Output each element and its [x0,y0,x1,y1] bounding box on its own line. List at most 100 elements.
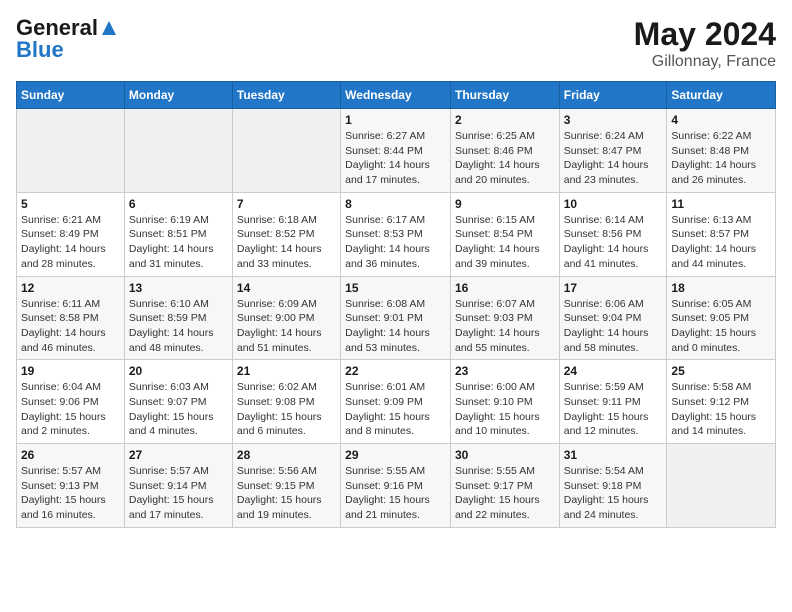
day-detail: Sunrise: 6:11 AMSunset: 8:58 PMDaylight:… [21,297,120,356]
day-cell: 3Sunrise: 6:24 AMSunset: 8:47 PMDaylight… [559,109,667,193]
day-number: 19 [21,364,120,378]
day-detail: Sunrise: 6:03 AMSunset: 9:07 PMDaylight:… [129,380,228,439]
day-detail: Sunrise: 6:01 AMSunset: 9:09 PMDaylight:… [345,380,446,439]
day-cell: 24 Sunrise: 5:59 AMSunset: 9:11 PMDayligh… [559,360,667,444]
day-cell: 8Sunrise: 6:17 AMSunset: 8:53 PMDaylight… [341,192,451,276]
day-detail: Sunrise: 6:21 AMSunset: 8:49 PMDaylight:… [21,213,120,272]
header-cell-saturday: Saturday [667,82,776,109]
day-cell: 25Sunrise: 5:58 AMSunset: 9:12 PMDayligh… [667,360,776,444]
day-number: 28 [237,448,336,462]
calendar-body: 1 Sunrise: 6:27 AMSunset: 8:44 PMDaylight… [17,109,776,528]
day-detail: Sunrise: 6:10 AMSunset: 8:59 PMDaylight:… [129,297,228,356]
week-row-3: 12 Sunrise: 6:11 AMSunset: 8:58 PMDayligh… [17,276,776,360]
calendar-header: SundayMondayTuesdayWednesdayThursdayFrid… [17,82,776,109]
day-cell [124,109,232,193]
day-cell: 30Sunrise: 5:55 AMSunset: 9:17 PMDayligh… [450,444,559,528]
day-cell: 6 Sunrise: 6:19 AMSunset: 8:51 PMDaylight… [124,192,232,276]
day-detail: Sunrise: 6:25 AMSunset: 8:46 PMDaylight:… [455,129,555,188]
day-cell: 10Sunrise: 6:14 AMSunset: 8:56 PMDayligh… [559,192,667,276]
day-number: 15 [345,281,446,295]
logo-icon [100,19,118,37]
day-number: 31 [564,448,663,462]
day-cell: 15 Sunrise: 6:08 AMSunset: 9:01 PMDayligh… [341,276,451,360]
header-cell-friday: Friday [559,82,667,109]
day-detail: Sunrise: 6:09 AMSunset: 9:00 PMDaylight:… [237,297,336,356]
day-cell: 11 Sunrise: 6:13 AMSunset: 8:57 PMDayligh… [667,192,776,276]
day-cell: 9 Sunrise: 6:15 AMSunset: 8:54 PMDaylight… [450,192,559,276]
day-number: 29 [345,448,446,462]
week-row-1: 1 Sunrise: 6:27 AMSunset: 8:44 PMDaylight… [17,109,776,193]
week-row-2: 5 Sunrise: 6:21 AMSunset: 8:49 PMDaylight… [17,192,776,276]
day-number: 8 [345,197,446,211]
day-number: 10 [564,197,663,211]
day-cell: 18 Sunrise: 6:05 AMSunset: 9:05 PMDayligh… [667,276,776,360]
week-row-5: 26 Sunrise: 5:57 AMSunset: 9:13 PMDayligh… [17,444,776,528]
day-detail: Sunrise: 6:05 AMSunset: 9:05 PMDaylight:… [671,297,771,356]
day-detail: Sunrise: 5:56 AMSunset: 9:15 PMDaylight:… [237,464,336,523]
day-number: 9 [455,197,555,211]
day-cell: 31 Sunrise: 5:54 AMSunset: 9:18 PMDayligh… [559,444,667,528]
day-detail: Sunrise: 6:07 AMSunset: 9:03 PMDaylight:… [455,297,555,356]
day-number: 1 [345,113,446,127]
page-header: General Blue May 2024 Gillonnay, France [16,16,776,71]
day-detail: Sunrise: 5:57 AMSunset: 9:14 PMDaylight:… [129,464,228,523]
day-detail: Sunrise: 6:02 AMSunset: 9:08 PMDaylight:… [237,380,336,439]
day-number: 4 [671,113,771,127]
day-cell: 17 Sunrise: 6:06 AMSunset: 9:04 PMDayligh… [559,276,667,360]
day-cell: 13 Sunrise: 6:10 AMSunset: 8:59 PMDayligh… [124,276,232,360]
day-detail: Sunrise: 5:54 AMSunset: 9:18 PMDaylight:… [564,464,663,523]
header-cell-wednesday: Wednesday [341,82,451,109]
header-cell-monday: Monday [124,82,232,109]
header-cell-thursday: Thursday [450,82,559,109]
day-number: 23 [455,364,555,378]
day-number: 11 [671,197,771,211]
day-cell: 16 Sunrise: 6:07 AMSunset: 9:03 PMDayligh… [450,276,559,360]
day-number: 14 [237,281,336,295]
day-detail: Sunrise: 6:27 AMSunset: 8:44 PMDaylight:… [345,129,446,188]
calendar-subtitle: Gillonnay, France [634,53,776,71]
day-number: 3 [564,113,663,127]
day-detail: Sunrise: 6:18 AMSunset: 8:52 PMDaylight:… [237,213,336,272]
day-number: 12 [21,281,120,295]
header-row: SundayMondayTuesdayWednesdayThursdayFrid… [17,82,776,109]
day-cell: 14 Sunrise: 6:09 AMSunset: 9:00 PMDayligh… [232,276,340,360]
day-cell: 1 Sunrise: 6:27 AMSunset: 8:44 PMDaylight… [341,109,451,193]
day-number: 16 [455,281,555,295]
day-number: 24 [564,364,663,378]
day-detail: Sunrise: 6:06 AMSunset: 9:04 PMDaylight:… [564,297,663,356]
day-detail: Sunrise: 6:08 AMSunset: 9:01 PMDaylight:… [345,297,446,356]
day-detail: Sunrise: 6:13 AMSunset: 8:57 PMDaylight:… [671,213,771,272]
day-cell: 26 Sunrise: 5:57 AMSunset: 9:13 PMDayligh… [17,444,125,528]
title-block: May 2024 Gillonnay, France [634,16,776,71]
header-cell-sunday: Sunday [17,82,125,109]
day-cell: 23 Sunrise: 6:00 AMSunset: 9:10 PMDayligh… [450,360,559,444]
logo: General Blue [16,16,118,62]
day-cell: 12 Sunrise: 6:11 AMSunset: 8:58 PMDayligh… [17,276,125,360]
day-number: 20 [129,364,228,378]
day-detail: Sunrise: 6:00 AMSunset: 9:10 PMDaylight:… [455,380,555,439]
day-number: 7 [237,197,336,211]
day-number: 13 [129,281,228,295]
day-number: 18 [671,281,771,295]
day-detail: Sunrise: 6:19 AMSunset: 8:51 PMDaylight:… [129,213,228,272]
day-detail: Sunrise: 5:57 AMSunset: 9:13 PMDaylight:… [21,464,120,523]
day-detail: Sunrise: 5:55 AMSunset: 9:17 PMDaylight:… [455,464,555,523]
day-detail: Sunrise: 6:22 AMSunset: 8:48 PMDaylight:… [671,129,771,188]
day-detail: Sunrise: 6:04 AMSunset: 9:06 PMDaylight:… [21,380,120,439]
day-number: 25 [671,364,771,378]
day-cell [17,109,125,193]
day-number: 17 [564,281,663,295]
day-number: 26 [21,448,120,462]
day-cell: 27Sunrise: 5:57 AMSunset: 9:14 PMDayligh… [124,444,232,528]
day-detail: Sunrise: 5:59 AMSunset: 9:11 PMDaylight:… [564,380,663,439]
day-cell: 2 Sunrise: 6:25 AMSunset: 8:46 PMDaylight… [450,109,559,193]
day-number: 5 [21,197,120,211]
day-cell: 28 Sunrise: 5:56 AMSunset: 9:15 PMDayligh… [232,444,340,528]
day-number: 6 [129,197,228,211]
calendar-title: May 2024 [634,16,776,53]
day-cell [667,444,776,528]
day-number: 2 [455,113,555,127]
day-cell: 19 Sunrise: 6:04 AMSunset: 9:06 PMDayligh… [17,360,125,444]
day-cell: 7 Sunrise: 6:18 AMSunset: 8:52 PMDaylight… [232,192,340,276]
day-detail: Sunrise: 6:15 AMSunset: 8:54 PMDaylight:… [455,213,555,272]
